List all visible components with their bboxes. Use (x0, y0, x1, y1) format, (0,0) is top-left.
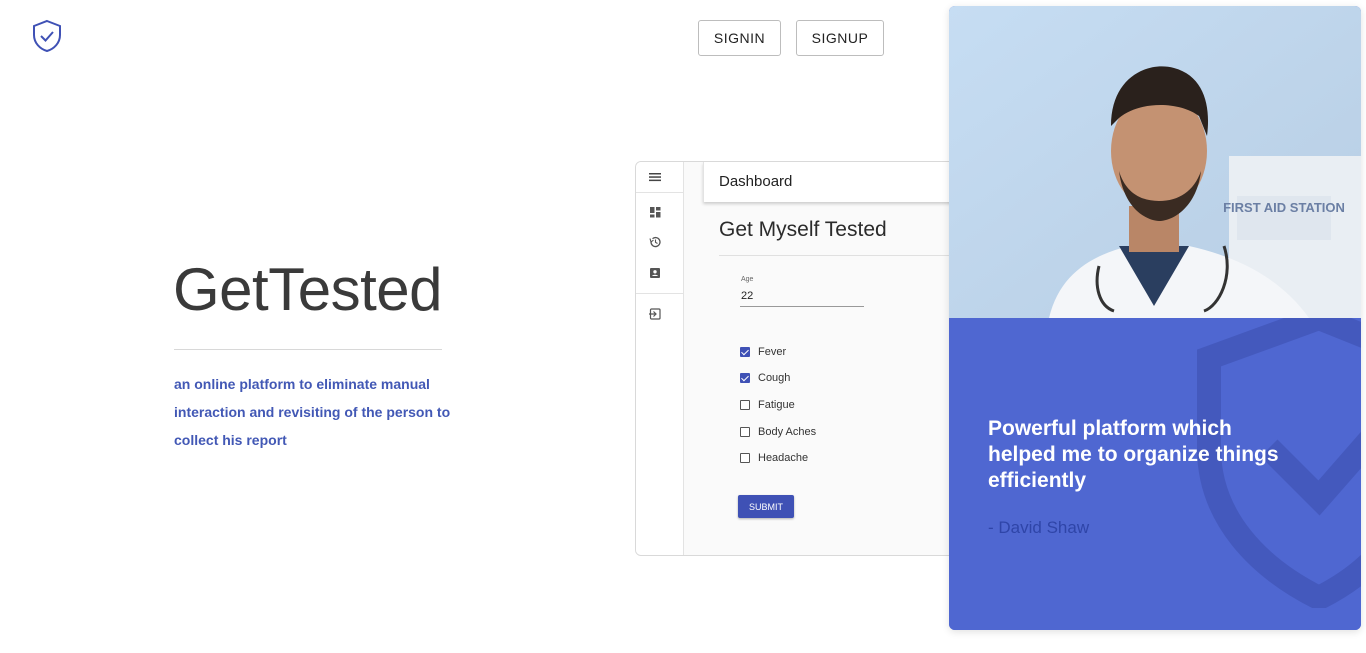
doctor-photo: FIRST AID STATION (949, 6, 1361, 318)
form-title: Get Myself Tested (719, 218, 887, 241)
checkbox-icon[interactable] (740, 427, 750, 437)
age-field-underline (740, 306, 864, 307)
checkbox-icon[interactable] (740, 400, 750, 410)
submit-button[interactable]: SUBMIT (738, 495, 794, 518)
rail-divider (636, 192, 683, 193)
checkbox-icon[interactable] (740, 453, 750, 463)
testimonial-author: - David Shaw (988, 518, 1090, 537)
dashboard-icon (650, 207, 661, 218)
checkbox-label: Cough (758, 372, 791, 384)
age-field-label: Age (741, 276, 754, 283)
checkbox-icon[interactable] (740, 347, 750, 357)
history-icon (649, 236, 661, 248)
first-aid-sign-text: FIRST AID STATION (1223, 200, 1345, 215)
mockup-app-bar: Dashboard (703, 162, 964, 202)
symptom-checkbox-headache[interactable]: Headache (740, 451, 808, 465)
testimonial-card: FIRST AID STATION Powerful platform whic… (949, 6, 1361, 630)
checkbox-label: Body Aches (758, 426, 817, 438)
checkbox-icon[interactable] (740, 373, 750, 383)
symptom-checkbox-cough[interactable]: Cough (740, 371, 790, 385)
dashboard-mockup: Dashboard Get Myself Tested Age 22 Fever… (635, 161, 965, 556)
rail-divider (636, 293, 683, 294)
symptom-checkbox-body-aches[interactable]: Body Aches (740, 425, 816, 439)
signin-button[interactable]: SIGNIN (698, 20, 781, 56)
contact-card-icon (650, 268, 660, 278)
checkbox-label: Headache (758, 452, 809, 464)
testimonial-quote: Powerful platform which helped me to org… (988, 417, 1279, 492)
logout-icon (649, 308, 661, 320)
hero-title: GetTested (173, 256, 443, 323)
symptom-checkbox-fever[interactable]: Fever (740, 345, 786, 359)
hero-divider (174, 349, 442, 350)
form-divider (719, 255, 964, 256)
checkbox-label: Fatigue (758, 399, 795, 411)
logo-shield-icon[interactable] (31, 19, 63, 53)
hero-description: an online platform to eliminate manual i… (174, 376, 451, 448)
age-field[interactable]: 22 (741, 290, 753, 302)
mockup-app-bar-title: Dashboard (719, 173, 793, 190)
checkbox-label: Fever (758, 346, 787, 358)
signup-button[interactable]: SIGNUP (796, 20, 884, 56)
testimonial-panel: Powerful platform which helped me to org… (949, 318, 1361, 630)
mockup-side-rail (636, 162, 684, 555)
menu-icon (649, 173, 661, 182)
symptom-checkbox-fatigue[interactable]: Fatigue (740, 398, 795, 412)
